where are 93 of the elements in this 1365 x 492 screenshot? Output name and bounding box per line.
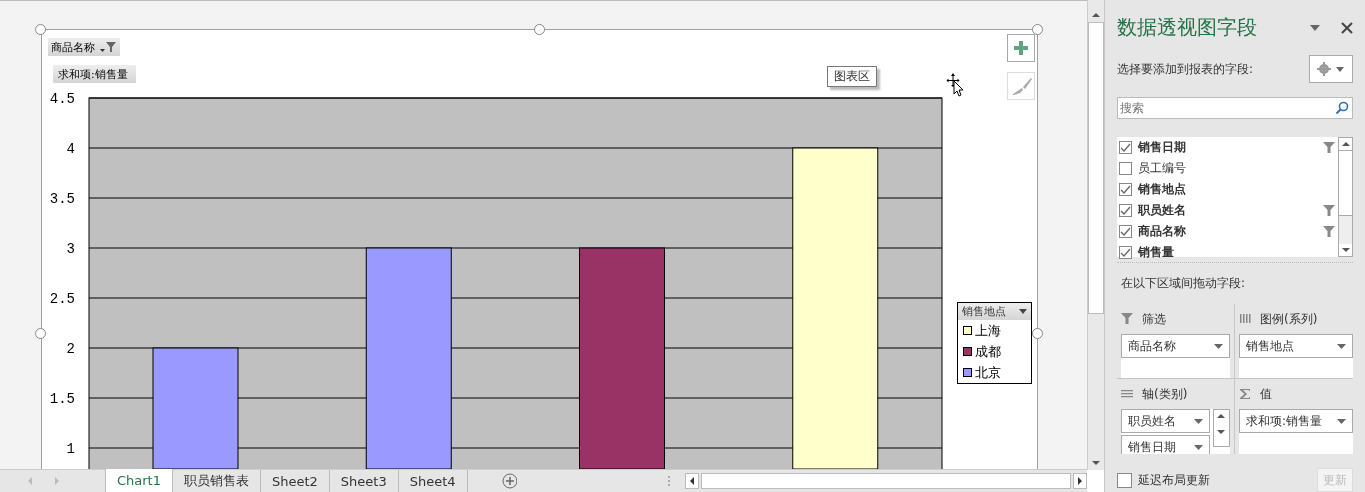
resize-handle[interactable] bbox=[1032, 24, 1043, 35]
axis-label: 2.5 bbox=[49, 291, 75, 307]
pane-options-icon[interactable] bbox=[1309, 23, 1321, 32]
field-label: 员工编号 bbox=[1138, 160, 1187, 177]
sheet-tab[interactable]: Sheet3 bbox=[329, 470, 399, 492]
field-item[interactable]: 销售日期 bbox=[1117, 137, 1338, 158]
pill-label: 求和项:销售量 bbox=[1246, 412, 1323, 430]
filter-button[interactable]: 商品名称 bbox=[48, 38, 120, 56]
field-label: 销售日期 bbox=[1138, 139, 1187, 156]
legend-label: 北京 bbox=[975, 363, 1001, 382]
field-label: 销售量 bbox=[1138, 244, 1175, 261]
pane-subtitle: 选择要添加到报表的字段: bbox=[1117, 60, 1254, 78]
dropdown-arrow-icon bbox=[1194, 444, 1203, 450]
area-scrollbar[interactable] bbox=[1213, 409, 1230, 447]
field-label: 销售地点 bbox=[1138, 181, 1187, 198]
close-icon[interactable] bbox=[1341, 21, 1353, 34]
sheet-tab[interactable]: 职员销售表 bbox=[172, 470, 261, 492]
brush-icon bbox=[1010, 75, 1032, 97]
area-title: 轴(类别) bbox=[1142, 385, 1188, 403]
gear-icon bbox=[1316, 62, 1346, 76]
dropdown-arrow-icon bbox=[1214, 343, 1223, 349]
axis-label: 3.5 bbox=[49, 191, 75, 207]
field-item[interactable]: 销售量 bbox=[1117, 242, 1338, 263]
sheet-tab[interactable]: Chart1 bbox=[104, 469, 173, 492]
area-title: 筛选 bbox=[1142, 310, 1166, 328]
pill-label: 销售地点 bbox=[1246, 337, 1294, 355]
rows-icon bbox=[1121, 388, 1133, 400]
resize-handle[interactable] bbox=[1032, 328, 1043, 339]
add-sheet-icon[interactable] bbox=[501, 473, 518, 489]
areas-label: 在以下区域间拖动字段: bbox=[1120, 275, 1247, 292]
legend-label: 上海 bbox=[975, 321, 1001, 340]
defer-update-label: 延迟布局更新 bbox=[1138, 471, 1211, 489]
sheet-tab[interactable]: Sheet4 bbox=[398, 470, 468, 492]
field-pill[interactable]: 销售日期 bbox=[1121, 435, 1210, 454]
dropdown-arrow-icon bbox=[1194, 418, 1203, 424]
add-element-button[interactable] bbox=[1007, 34, 1035, 62]
search-field[interactable]: 搜索 bbox=[1117, 97, 1353, 119]
checkbox[interactable] bbox=[1119, 225, 1132, 238]
move-cursor-icon bbox=[946, 73, 966, 97]
columns-icon bbox=[1239, 313, 1251, 325]
field-pill[interactable]: 商品名称 bbox=[1121, 334, 1230, 358]
search-icon bbox=[1335, 101, 1349, 115]
value-field-button[interactable]: 求和项:销售量 bbox=[53, 65, 136, 83]
tooltip: 图表区 bbox=[827, 66, 877, 87]
field-item[interactable]: 销售地点 bbox=[1117, 179, 1338, 200]
sum-icon bbox=[1239, 388, 1251, 400]
field-label: 职员姓名 bbox=[1138, 202, 1187, 219]
field-pill[interactable]: 销售地点 bbox=[1239, 334, 1353, 358]
resize-handle[interactable] bbox=[35, 24, 46, 35]
resize-handle[interactable] bbox=[35, 328, 46, 339]
settings-button[interactable] bbox=[1309, 55, 1353, 83]
area-title: 图例(系列) bbox=[1260, 310, 1318, 328]
checkbox[interactable] bbox=[1119, 246, 1132, 259]
filter-icon bbox=[1121, 313, 1133, 325]
dropdown-arrow-icon bbox=[1337, 343, 1346, 349]
field-pill[interactable]: 职员姓名 bbox=[1121, 409, 1210, 433]
resize-handle[interactable] bbox=[534, 24, 545, 35]
checkbox[interactable] bbox=[1119, 141, 1132, 154]
chart-area[interactable]: 商品名称 求和项:销售量 1 1.5 2 2.5 3 3.5 4 4.5 图表区 销售地点 上海 成都 北京 bbox=[41, 29, 1038, 469]
checkbox[interactable] bbox=[1119, 162, 1132, 175]
field-item[interactable]: 员工编号 bbox=[1117, 158, 1338, 179]
legend-field-button[interactable]: 销售地点 bbox=[958, 303, 1031, 320]
axis-label: 2 bbox=[66, 341, 75, 357]
checkbox[interactable] bbox=[1119, 183, 1132, 196]
field-item[interactable]: 商品名称 bbox=[1117, 221, 1338, 242]
list-scrollbar[interactable] bbox=[1338, 137, 1353, 257]
field-pill[interactable]: 求和项:销售量 bbox=[1239, 409, 1353, 433]
field-item[interactable]: 职员姓名 bbox=[1117, 200, 1338, 221]
checkbox[interactable] bbox=[1119, 204, 1132, 217]
area-title: 值 bbox=[1260, 385, 1272, 403]
axis-label: 4.5 bbox=[49, 91, 75, 107]
sheet-tab[interactable]: Sheet2 bbox=[260, 470, 330, 492]
checkbox[interactable] bbox=[1117, 472, 1132, 488]
axis-label: 3 bbox=[66, 241, 75, 257]
pill-label: 销售日期 bbox=[1128, 438, 1176, 454]
splitter-grip-icon[interactable] bbox=[667, 474, 672, 488]
scroll-right-icon[interactable] bbox=[1073, 473, 1087, 489]
pill-label: 职员姓名 bbox=[1128, 412, 1176, 430]
scroll-left-icon[interactable] bbox=[685, 473, 700, 489]
axis-label: 1.5 bbox=[49, 391, 75, 407]
field-label: 商品名称 bbox=[1138, 223, 1187, 240]
pane-title: 数据透视图字段 bbox=[1117, 14, 1258, 41]
legend-label: 成都 bbox=[975, 342, 1001, 361]
axis-label: 1 bbox=[66, 441, 75, 457]
scroll-track[interactable] bbox=[1339, 216, 1352, 244]
dropdown-arrow-icon bbox=[1019, 309, 1027, 314]
chart-styles-button[interactable] bbox=[1007, 72, 1035, 100]
pill-label: 商品名称 bbox=[1128, 337, 1176, 355]
dropdown-arrow-icon bbox=[1337, 418, 1346, 424]
vertical-scrollbar[interactable] bbox=[1087, 0, 1104, 470]
filter-dropdown-icon bbox=[99, 41, 117, 53]
plus-icon bbox=[1013, 40, 1029, 56]
axis-label: 4 bbox=[66, 141, 75, 157]
